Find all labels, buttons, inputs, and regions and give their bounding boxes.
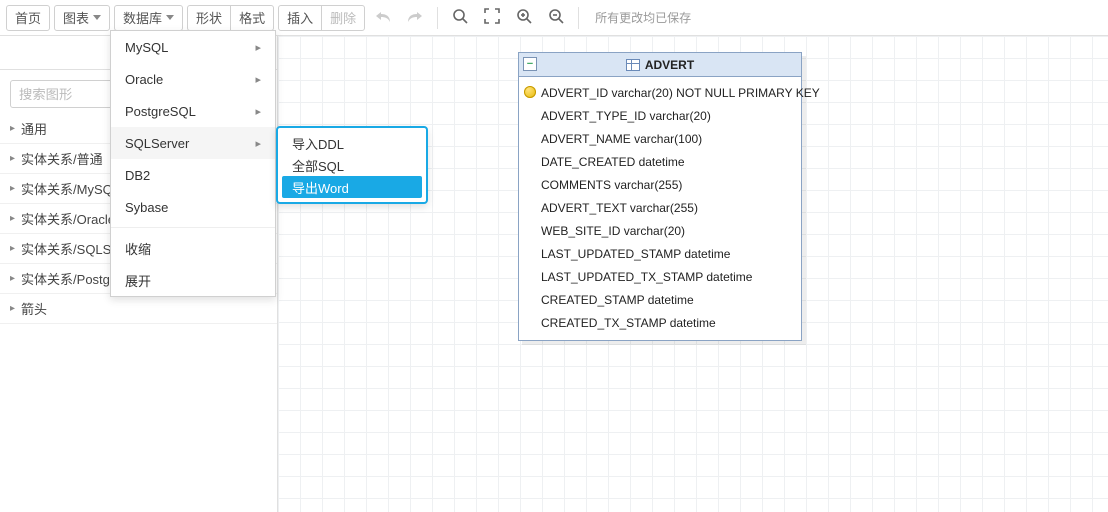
menu-item-label: PostgreSQL: [125, 104, 196, 119]
insert-button[interactable]: 插入: [278, 5, 322, 31]
triangle-right-icon: ▸: [10, 153, 15, 164]
chevron-right-icon: ▸: [255, 137, 261, 150]
chevron-right-icon: ▸: [255, 105, 261, 118]
shape-group-label: 通用: [21, 119, 47, 138]
menu-item-sqlserver[interactable]: SQLServer ▸: [111, 127, 275, 159]
column-text: WEB_SITE_ID varchar(20): [541, 224, 685, 238]
submenu-item-import-ddl[interactable]: 导入DDL: [282, 132, 422, 154]
format-button[interactable]: 格式: [230, 5, 274, 31]
chart-button-label: 图表: [63, 8, 89, 27]
column-text: ADVERT_TYPE_ID varchar(20): [541, 109, 711, 123]
triangle-right-icon: ▸: [10, 123, 15, 134]
caret-down-icon: [166, 15, 174, 20]
home-button[interactable]: 首页: [6, 5, 50, 31]
shape-group-label: 实体关系/MySQL: [21, 179, 120, 198]
fit-screen-icon: [484, 8, 500, 27]
shape-group-label: 实体关系/普通: [21, 149, 103, 168]
menu-item-expand[interactable]: 展开: [111, 264, 275, 296]
menu-item-mysql[interactable]: MySQL ▸: [111, 31, 275, 63]
column-text: ADVERT_NAME varchar(100): [541, 132, 702, 146]
triangle-right-icon: ▸: [10, 183, 15, 194]
entity-table[interactable]: − ADVERT ADVERT_ID varchar(20) NOT NULL …: [518, 52, 802, 341]
save-status: 所有更改均已保存: [595, 9, 691, 26]
entity-column[interactable]: ADVERT_TYPE_ID varchar(20): [519, 104, 801, 127]
triangle-right-icon: ▸: [10, 273, 15, 284]
column-text: DATE_CREATED datetime: [541, 155, 685, 169]
shape-button[interactable]: 形状: [187, 5, 231, 31]
submenu-item-all-sql[interactable]: 全部SQL: [282, 154, 422, 176]
menu-item-label: Oracle: [125, 72, 163, 87]
column-text: LAST_UPDATED_TX_STAMP datetime: [541, 270, 752, 284]
column-text: COMMENTS varchar(255): [541, 178, 682, 192]
menu-item-db2[interactable]: DB2: [111, 159, 275, 191]
search-button[interactable]: [446, 5, 474, 31]
entity-name: ADVERT: [645, 58, 694, 72]
column-text: LAST_UPDATED_STAMP datetime: [541, 247, 730, 261]
zoom-out-button[interactable]: [542, 5, 570, 31]
menu-item-sybase[interactable]: Sybase: [111, 191, 275, 223]
column-text: ADVERT_TEXT varchar(255): [541, 201, 698, 215]
entity-column[interactable]: WEB_SITE_ID varchar(20): [519, 219, 801, 242]
menu-item-label: 全部SQL: [292, 156, 344, 175]
entity-column[interactable]: ADVERT_ID varchar(20) NOT NULL PRIMARY K…: [519, 81, 801, 104]
column-text: CREATED_STAMP datetime: [541, 293, 694, 307]
delete-button[interactable]: 删除: [321, 5, 365, 31]
entity-column[interactable]: LAST_UPDATED_TX_STAMP datetime: [519, 265, 801, 288]
entity-column[interactable]: ADVERT_NAME varchar(100): [519, 127, 801, 150]
database-submenu: 导入DDL 全部SQL 导出Word: [276, 126, 428, 204]
zoom-in-button[interactable]: [510, 5, 538, 31]
shape-group[interactable]: ▸ 箭头: [0, 294, 277, 324]
menu-item-label: 收缩: [125, 239, 151, 258]
entity-body: ADVERT_ID varchar(20) NOT NULL PRIMARY K…: [519, 77, 801, 340]
database-button-label: 数据库: [123, 8, 162, 27]
column-text: ADVERT_ID varchar(20) NOT NULL PRIMARY K…: [541, 86, 820, 100]
separator: [578, 7, 579, 29]
triangle-right-icon: ▸: [10, 303, 15, 314]
chart-button[interactable]: 图表: [54, 5, 110, 31]
insert-delete-group: 插入 删除: [278, 5, 365, 31]
caret-down-icon: [93, 15, 101, 20]
menu-item-label: DB2: [125, 168, 150, 183]
menu-item-label: 导出Word: [292, 178, 349, 197]
zoom-in-icon: [516, 8, 532, 27]
triangle-right-icon: ▸: [10, 243, 15, 254]
canvas[interactable]: − ADVERT ADVERT_ID varchar(20) NOT NULL …: [278, 36, 1108, 512]
table-icon: [626, 59, 640, 71]
entity-column[interactable]: COMMENTS varchar(255): [519, 173, 801, 196]
search-icon: [452, 8, 468, 27]
chevron-right-icon: ▸: [255, 73, 261, 86]
zoom-out-icon: [548, 8, 564, 27]
menu-item-label: SQLServer: [125, 136, 189, 151]
shape-group-label: 箭头: [21, 299, 47, 318]
database-menu: MySQL ▸ Oracle ▸ PostgreSQL ▸ SQLServer ▸ DB…: [110, 30, 276, 297]
collapse-icon[interactable]: −: [523, 57, 537, 71]
menu-item-postgresql[interactable]: PostgreSQL ▸: [111, 95, 275, 127]
fit-button[interactable]: [478, 5, 506, 31]
menu-item-label: 展开: [125, 271, 151, 290]
database-button[interactable]: 数据库: [114, 5, 183, 31]
undo-icon: [375, 9, 391, 26]
entity-header[interactable]: − ADVERT: [519, 53, 801, 77]
menu-item-collapse[interactable]: 收缩: [111, 232, 275, 264]
undo-button[interactable]: [369, 5, 397, 31]
menu-item-label: Sybase: [125, 200, 168, 215]
separator: [437, 7, 438, 29]
menu-item-oracle[interactable]: Oracle ▸: [111, 63, 275, 95]
menu-item-label: MySQL: [125, 40, 168, 55]
shape-format-group: 形状 格式: [187, 5, 274, 31]
redo-button[interactable]: [401, 5, 429, 31]
redo-icon: [407, 9, 423, 26]
menu-divider: [111, 227, 275, 228]
entity-column[interactable]: CREATED_TX_STAMP datetime: [519, 311, 801, 334]
menu-item-label: 导入DDL: [292, 134, 344, 153]
entity-column[interactable]: DATE_CREATED datetime: [519, 150, 801, 173]
entity-column[interactable]: CREATED_STAMP datetime: [519, 288, 801, 311]
submenu-item-export-word[interactable]: 导出Word: [282, 176, 422, 198]
entity-column[interactable]: LAST_UPDATED_STAMP datetime: [519, 242, 801, 265]
triangle-right-icon: ▸: [10, 213, 15, 224]
chevron-right-icon: ▸: [255, 41, 261, 54]
column-text: CREATED_TX_STAMP datetime: [541, 316, 716, 330]
entity-column[interactable]: ADVERT_TEXT varchar(255): [519, 196, 801, 219]
shape-group-label: 实体关系/Oracle: [21, 209, 115, 228]
